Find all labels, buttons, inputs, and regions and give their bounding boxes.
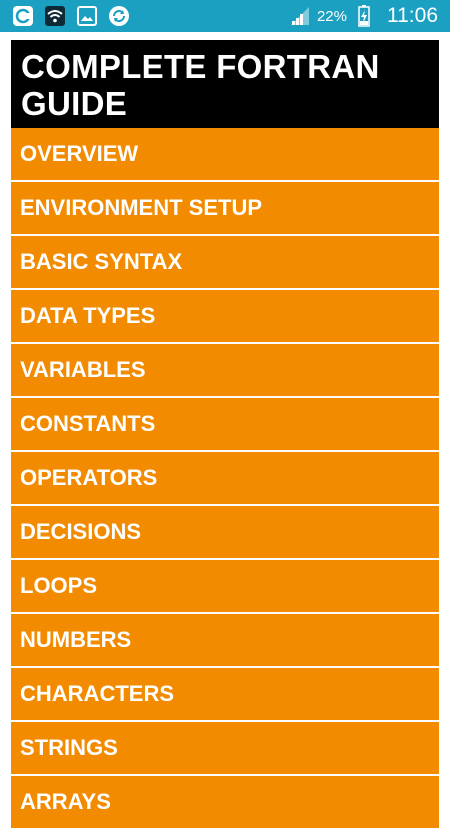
sync-icon xyxy=(108,5,130,27)
menu-item-decisions[interactable]: DECISIONS xyxy=(11,504,439,558)
clock: 11:06 xyxy=(387,4,438,27)
gallery-icon xyxy=(76,5,98,27)
menu-item-loops[interactable]: LOOPS xyxy=(11,558,439,612)
menu-item-operators[interactable]: OPERATORS xyxy=(11,450,439,504)
status-bar: 22% 11:06 xyxy=(0,0,450,32)
menu-item-strings[interactable]: STRINGS xyxy=(11,720,439,774)
menu-item-environment-setup[interactable]: ENVIRONMENT SETUP xyxy=(11,180,439,234)
system-icons: 22% 11:06 xyxy=(289,0,450,32)
page-title: COMPLETE FORTRAN GUIDE xyxy=(11,40,439,128)
menu-item-basic-syntax[interactable]: BASIC SYNTAX xyxy=(11,234,439,288)
menu-item-arrays[interactable]: ARRAYS xyxy=(11,774,439,828)
menu-item-data-types[interactable]: DATA TYPES xyxy=(11,288,439,342)
menu-item-characters[interactable]: CHARACTERS xyxy=(11,666,439,720)
main-content: COMPLETE FORTRAN GUIDE OVERVIEW ENVIRONM… xyxy=(11,40,439,828)
battery-charging-icon xyxy=(353,5,375,27)
notification-icons xyxy=(0,0,130,32)
app-icon xyxy=(12,5,34,27)
menu-item-overview[interactable]: OVERVIEW xyxy=(11,128,439,180)
menu-item-variables[interactable]: VARIABLES xyxy=(11,342,439,396)
wifi-icon xyxy=(44,5,66,27)
battery-percent: 22% xyxy=(316,7,347,25)
menu-item-constants[interactable]: CONSTANTS xyxy=(11,396,439,450)
signal-icon xyxy=(289,5,311,27)
topic-list: OVERVIEW ENVIRONMENT SETUP BASIC SYNTAX … xyxy=(11,128,439,828)
menu-item-numbers[interactable]: NUMBERS xyxy=(11,612,439,666)
